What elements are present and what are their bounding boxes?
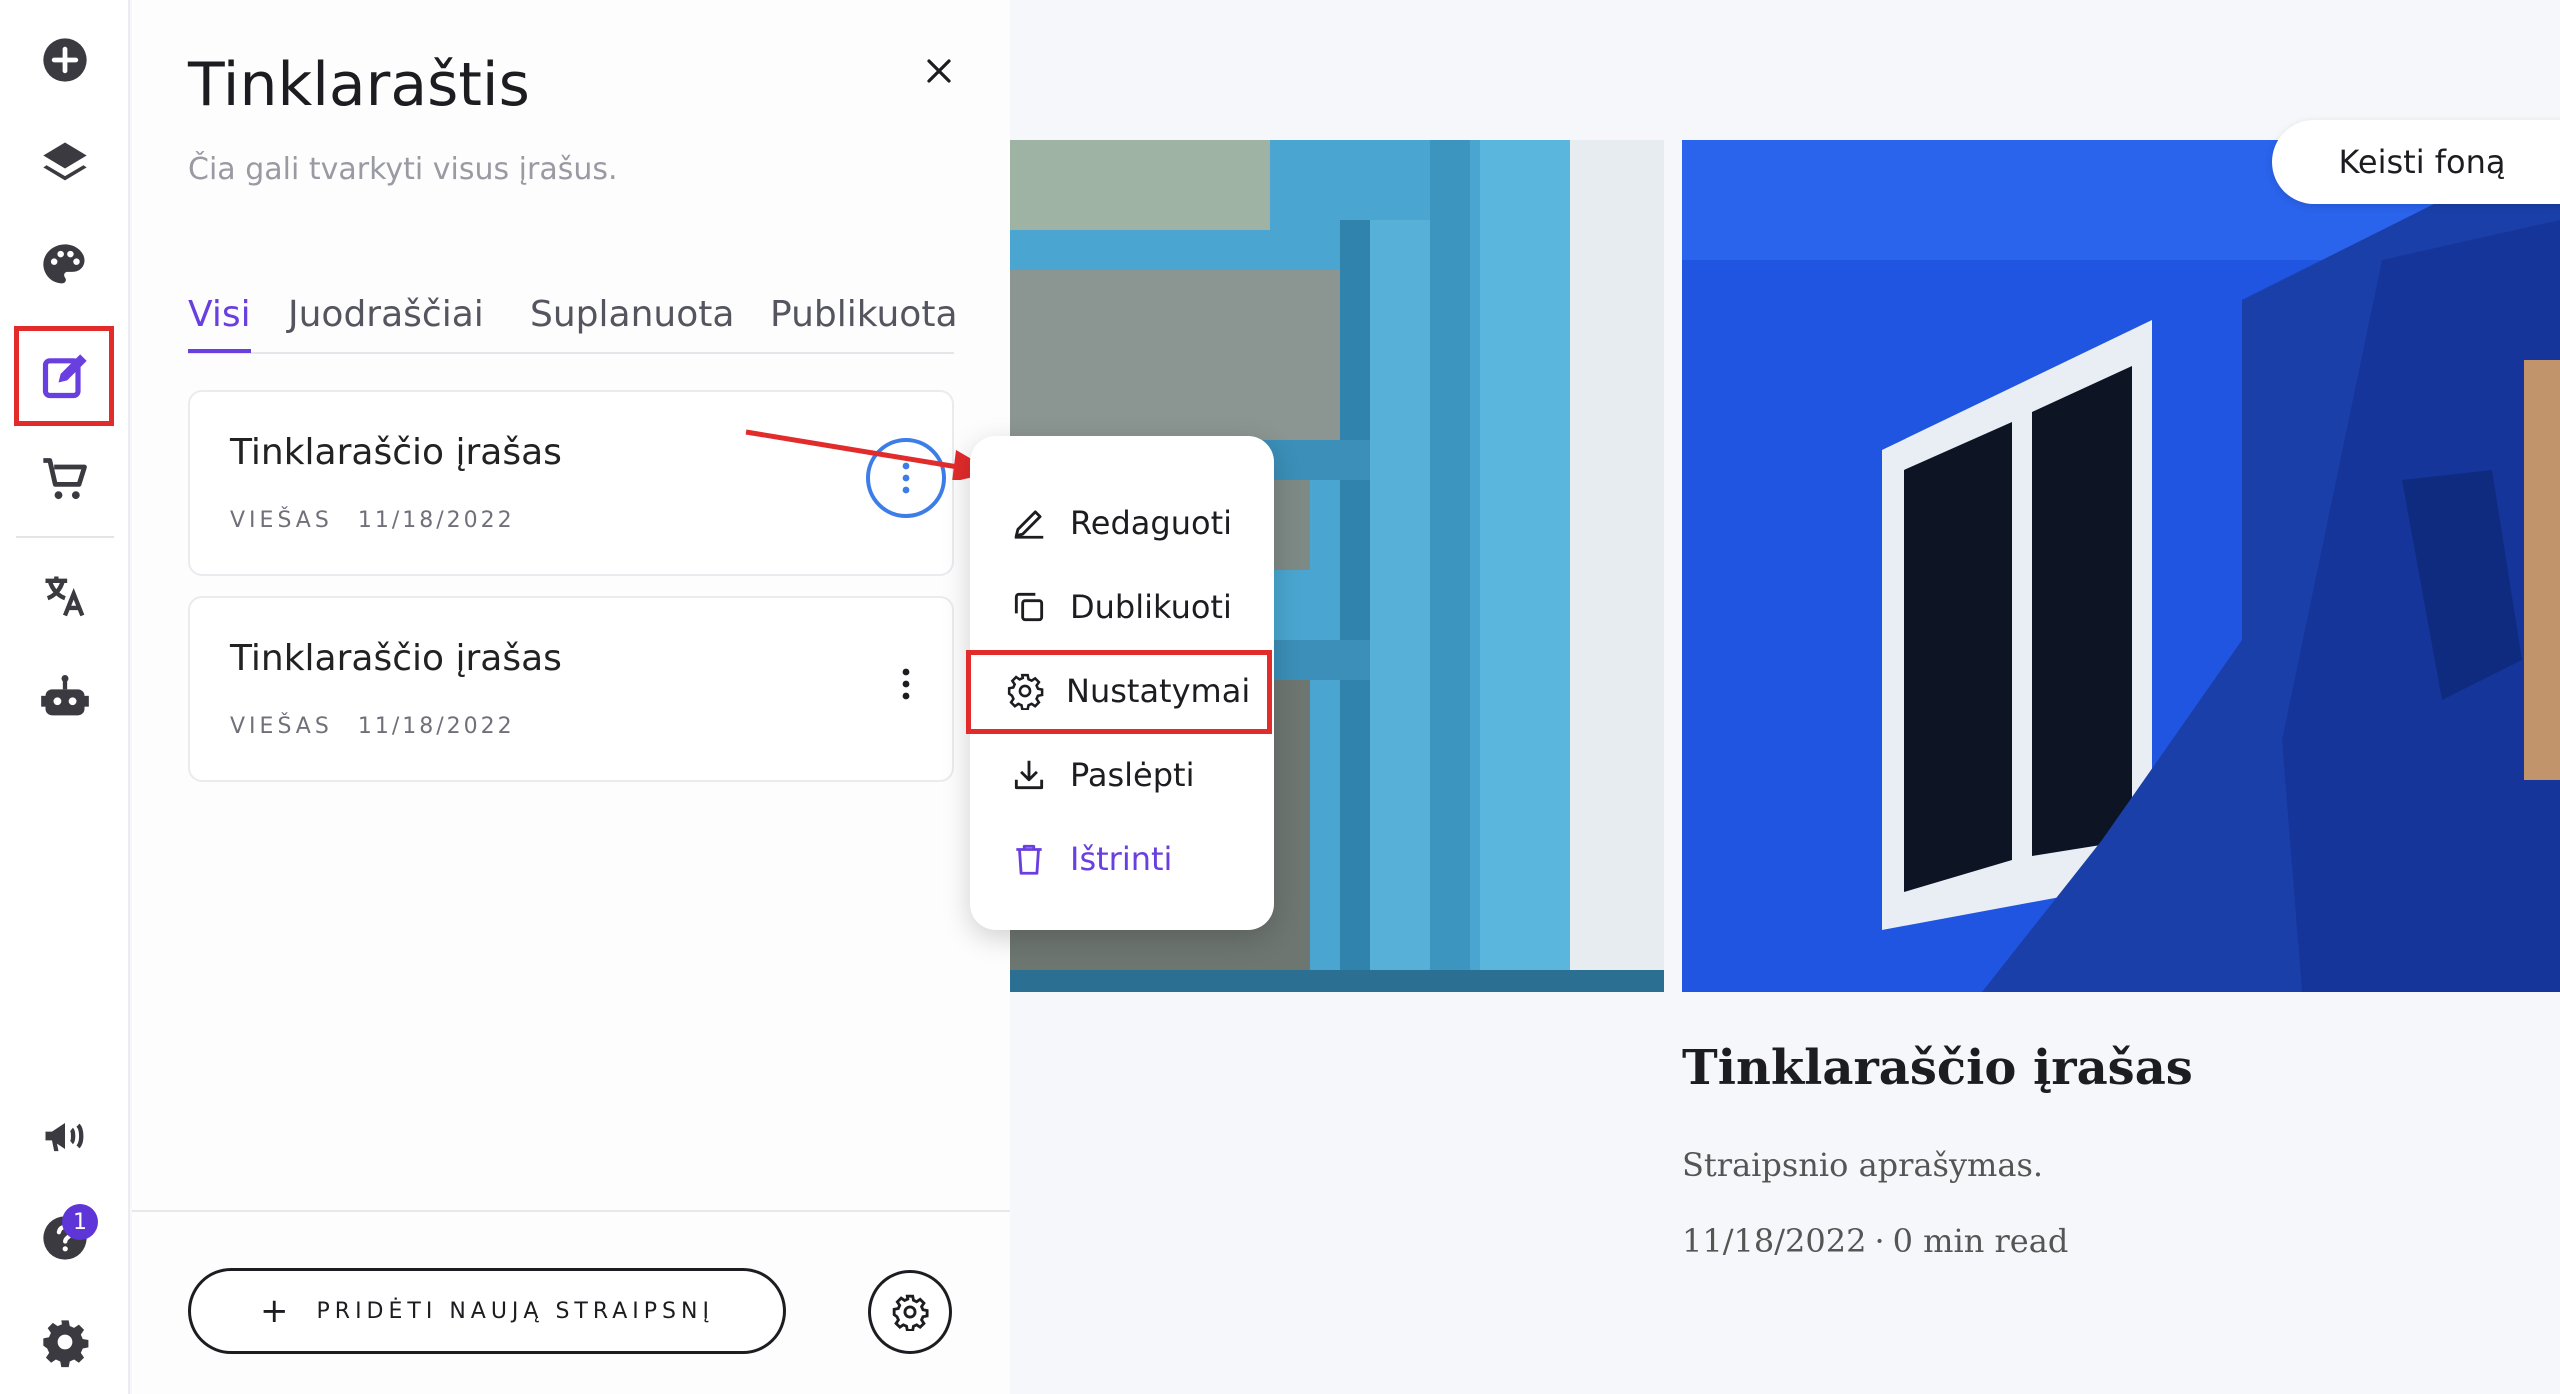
post-date: 11/18/2022 (357, 714, 515, 739)
design-button[interactable] (25, 226, 105, 306)
ai-button[interactable] (25, 658, 105, 738)
post-date: 11/18/2022 (357, 508, 515, 533)
menu-item-label: Ištrinti (1070, 840, 1173, 878)
shop-button[interactable] (25, 440, 105, 520)
post-title: Tinklaraščio įrašas (230, 432, 562, 473)
rail-divider (16, 536, 114, 538)
menu-item-label: Paslėpti (1070, 756, 1195, 794)
preview-post-meta: 11/18/2022 · 0 min read (1682, 1222, 2068, 1260)
settings-button[interactable] (25, 1302, 105, 1382)
icon-rail: 1 (0, 0, 130, 1394)
add-article-button[interactable]: + PRIDĖTI NAUJĄ STRAIPSNĮ (188, 1268, 786, 1354)
duplicate-icon (1014, 592, 1044, 622)
post-meta: VIEŠAS 11/18/2022 (230, 508, 515, 533)
menu-item-label: Dublikuoti (1070, 588, 1232, 626)
menu-item-label: Redaguoti (1070, 504, 1233, 542)
annotation-highlight-settings (966, 650, 1272, 734)
close-button[interactable] (914, 46, 964, 96)
cart-icon (43, 458, 87, 500)
add-element-button[interactable] (25, 20, 105, 100)
robot-icon (41, 675, 89, 716)
post-options-button[interactable] (866, 644, 946, 724)
translate-button[interactable] (25, 556, 105, 636)
download-icon (1014, 760, 1044, 790)
add-article-label: PRIDĖTI NAUJĄ STRAIPSNĮ (316, 1298, 714, 1324)
close-icon (927, 59, 951, 83)
gear-icon (43, 1320, 89, 1368)
translate-icon (45, 576, 85, 617)
post-status: VIEŠAS (230, 508, 333, 533)
post-card[interactable]: Tinklaraščio įrašas VIEŠAS 11/18/2022 (188, 390, 954, 576)
megaphone-icon (45, 1123, 84, 1152)
tab-published[interactable]: Publikuota (770, 294, 958, 349)
palette-icon (43, 244, 85, 284)
marketing-button[interactable] (25, 1096, 105, 1176)
meta-separator: · (1874, 1222, 1885, 1260)
footer-divider (132, 1210, 1010, 1212)
post-title: Tinklaraščio įrašas (230, 638, 562, 679)
menu-item-duplicate[interactable]: Dublikuoti (1010, 580, 1232, 634)
menu-item-edit[interactable]: Redaguoti (1010, 496, 1232, 550)
tab-drafts[interactable]: Juodraščiai (288, 294, 484, 349)
more-vertical-icon (902, 668, 910, 700)
notification-badge: 1 (62, 1204, 98, 1240)
filter-tabs: Visi Juodraščiai Suplanuota Publikuota (188, 294, 958, 354)
blog-panel: Tinklaraštis Čia gali tvarkyti visus įra… (132, 0, 1010, 1394)
pencil-icon (1014, 510, 1044, 539)
menu-item-hide[interactable]: Paslėpti (1010, 748, 1194, 802)
post-card[interactable]: Tinklaraščio įrašas VIEŠAS 11/18/2022 (188, 596, 954, 782)
page-subtitle: Čia gali tvarkyti visus įrašus. (188, 152, 618, 187)
preview-post-title[interactable]: Tinklaraščio įrašas (1682, 1040, 2193, 1096)
preview-read-time: 0 min read (1892, 1222, 2069, 1260)
post-meta: VIEŠAS 11/18/2022 (230, 714, 515, 739)
plus-circle-icon (43, 38, 87, 82)
gear-icon (892, 1294, 929, 1331)
change-background-button[interactable]: Keisti foną (2272, 120, 2560, 204)
preview-post-date: 11/18/2022 (1682, 1222, 1867, 1260)
preview-post-description: Straipsnio aprašymas. (1682, 1146, 2044, 1184)
page-title: Tinklaraštis (188, 50, 530, 120)
plus-icon: + (260, 1291, 289, 1331)
menu-item-delete[interactable]: Ištrinti (1010, 832, 1172, 886)
post-image-man (1682, 140, 2560, 992)
post-status: VIEŠAS (230, 714, 333, 739)
annotation-arrow (745, 429, 994, 480)
trash-icon (1016, 844, 1042, 875)
tab-all[interactable]: Visi (188, 294, 251, 353)
layers-icon (43, 142, 87, 181)
layers-button[interactable] (25, 122, 105, 202)
blog-settings-button[interactable] (868, 1270, 952, 1354)
annotation-highlight-blog (14, 326, 114, 426)
tab-scheduled[interactable]: Suplanuota (530, 294, 734, 349)
